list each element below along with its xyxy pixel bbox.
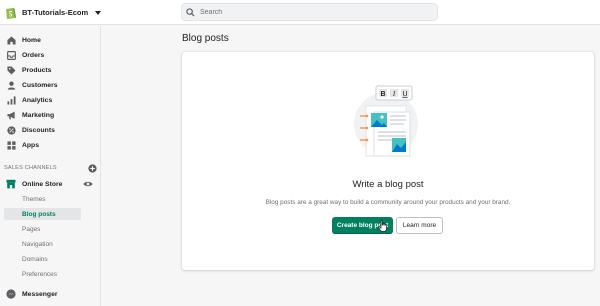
customer-icon — [6, 80, 16, 90]
sidebar-item-label: Analytics — [22, 96, 53, 104]
sidebar-subitem-navigation[interactable]: Navigation — [4, 238, 81, 250]
learn-more-button[interactable]: Learn more — [396, 217, 443, 234]
sidebar-subitem-label: Preferences — [22, 270, 58, 278]
store-name: BT-Tutorials-Ecom — [22, 8, 89, 17]
sidebar-item-messenger[interactable]: Messenger — [4, 287, 97, 301]
empty-state-heading: Write a blog post — [352, 179, 424, 190]
sidebar-subitem-label: Navigation — [22, 240, 53, 248]
sidebar-item-label: Discounts — [22, 126, 55, 134]
tag-icon — [6, 65, 16, 75]
shopify-logo-icon — [6, 8, 16, 19]
orders-icon — [6, 50, 16, 60]
store-switcher[interactable]: BT-Tutorials-Ecom — [4, 4, 102, 21]
store-icon — [6, 179, 16, 189]
sidebar-item-label: Products — [22, 66, 52, 74]
megaphone-icon — [6, 110, 16, 120]
sidebar-item-home[interactable]: Home — [4, 33, 97, 47]
sidebar-subitem-preferences[interactable]: Preferences — [4, 268, 81, 280]
sidebar-subitem-pages[interactable]: Pages — [4, 223, 81, 235]
sidebar-item-products[interactable]: Products — [4, 63, 97, 77]
search-bar[interactable] — [181, 3, 438, 21]
blog-illustration-icon: B I U — [354, 85, 418, 157]
analytics-icon — [6, 95, 16, 105]
sidebar-item-label: Marketing — [22, 111, 55, 119]
sales-channels-label: SALES CHANNELS — [4, 165, 57, 171]
sidebar-item-online-store[interactable]: Online Store — [4, 177, 97, 191]
chevron-down-icon — [95, 10, 102, 15]
bold-glyph: B — [380, 91, 385, 98]
page-title: Blog posts — [182, 33, 229, 44]
sidebar-item-label: Home — [22, 36, 41, 44]
add-circle-icon[interactable] — [88, 163, 97, 173]
eye-icon[interactable] — [83, 180, 93, 188]
discount-icon — [6, 125, 16, 135]
hand-cursor-icon — [378, 220, 387, 232]
home-icon — [6, 35, 16, 45]
sidebar-item-label: Orders — [22, 51, 45, 59]
sidebar-item-label: Apps — [22, 141, 39, 149]
underline-glyph: U — [402, 91, 407, 98]
search-input[interactable] — [200, 8, 420, 16]
sidebar-item-label: Online Store — [22, 180, 63, 188]
sidebar-subitem-domains[interactable]: Domains — [4, 253, 81, 265]
search-icon — [186, 7, 195, 17]
sidebar-subitem-label: Blog posts — [22, 210, 56, 218]
empty-state-description: Blog posts are a great way to build a co… — [265, 199, 511, 206]
sidebar-item-discounts[interactable]: Discounts — [4, 123, 97, 137]
messenger-icon — [6, 289, 16, 299]
apps-icon — [6, 140, 16, 150]
empty-state-card: B I U Write a blog post Blog posts are a… — [182, 52, 594, 270]
sidebar-subitem-themes[interactable]: Themes — [4, 193, 81, 205]
sidebar: Home Orders Products Customers Analytics… — [0, 26, 101, 306]
sidebar-item-analytics[interactable]: Analytics — [4, 93, 97, 107]
sidebar-subitem-label: Pages — [22, 225, 41, 233]
sidebar-item-label: Messenger — [22, 290, 58, 298]
sidebar-subitem-blog-posts[interactable]: Blog posts — [4, 208, 81, 220]
sidebar-subitem-label: Domains — [22, 255, 48, 263]
top-bar: BT-Tutorials-Ecom — [0, 0, 600, 25]
sidebar-item-label: Customers — [22, 81, 58, 89]
sidebar-item-customers[interactable]: Customers — [4, 78, 97, 92]
sidebar-item-apps[interactable]: Apps — [4, 138, 97, 152]
sales-channels-header: SALES CHANNELS — [4, 162, 97, 174]
sidebar-item-marketing[interactable]: Marketing — [4, 108, 97, 122]
sidebar-item-orders[interactable]: Orders — [4, 48, 97, 62]
sidebar-subitem-label: Themes — [22, 195, 46, 203]
